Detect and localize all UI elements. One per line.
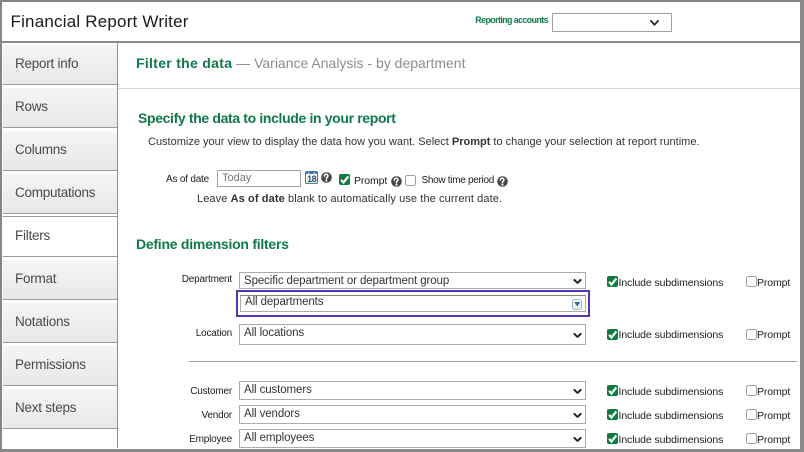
svg-text:18: 18 — [307, 174, 317, 184]
